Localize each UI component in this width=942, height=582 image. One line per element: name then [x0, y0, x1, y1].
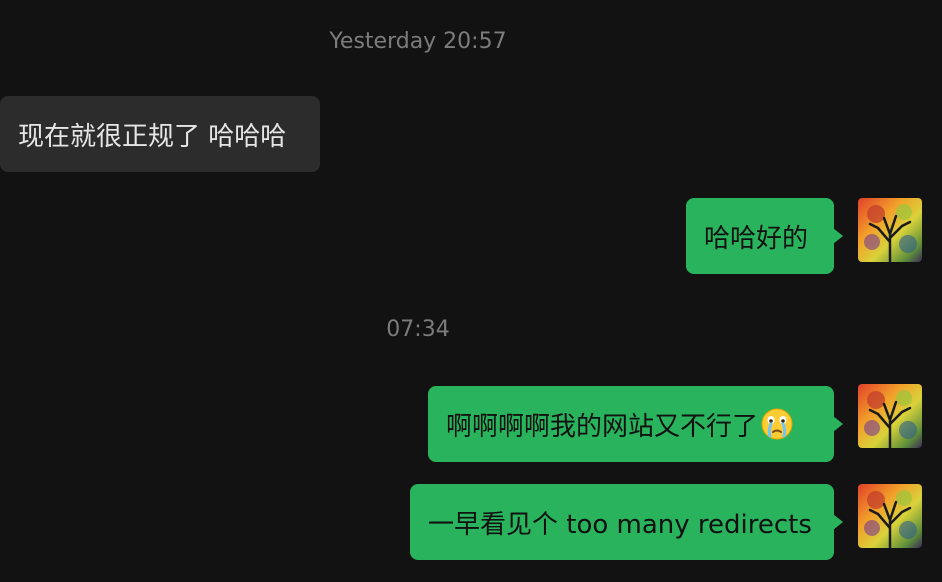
tree-avatar-icon — [858, 384, 922, 448]
avatar[interactable] — [858, 484, 922, 548]
avatar[interactable] — [858, 198, 922, 262]
outgoing-message-bubble[interactable]: 哈哈好的 — [686, 198, 843, 274]
chat-message-list[interactable]: Yesterday 20:57 现在就很正规了 哈哈哈 哈哈好的 07:34 啊… — [0, 0, 942, 582]
timestamp-yesterday: Yesterday 20:57 — [329, 29, 507, 54]
message-text: 一早看见个 too many redirects — [428, 509, 812, 540]
message-text: 啊啊啊啊我的网站又不行了 — [446, 411, 759, 442]
incoming-message-bubble[interactable]: 现在就很正规了 哈哈哈 — [0, 96, 320, 172]
crying-face-emoji-icon — [761, 408, 793, 440]
outgoing-message-bubble[interactable]: 一早看见个 too many redirects — [410, 484, 843, 560]
message-text: 现在就很正规了 哈哈哈 — [18, 121, 287, 152]
outgoing-message-bubble[interactable]: 啊啊啊啊我的网站又不行了 — [428, 386, 843, 462]
message-text: 哈哈好的 — [704, 223, 809, 254]
timestamp-today: 07:34 — [386, 317, 450, 342]
avatar[interactable] — [858, 384, 922, 448]
tree-avatar-icon — [858, 198, 922, 262]
tree-avatar-icon — [858, 484, 922, 548]
